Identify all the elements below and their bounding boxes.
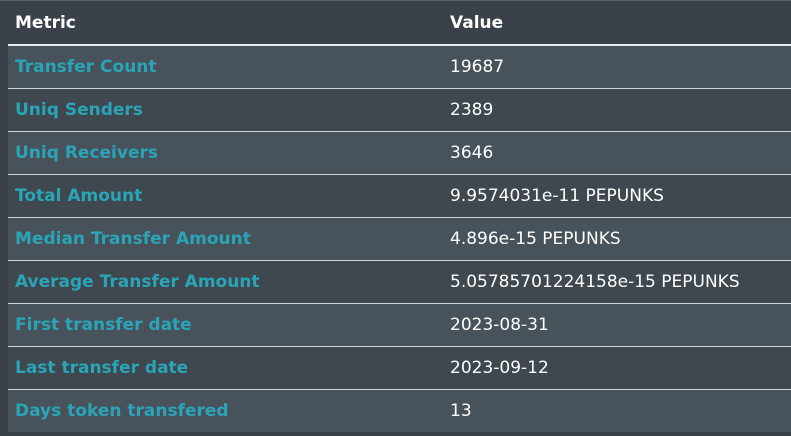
metric-cell: Transfer Count bbox=[8, 45, 443, 89]
metric-cell: Average Transfer Amount bbox=[8, 260, 443, 304]
table-header-row: Metric Value bbox=[8, 2, 791, 46]
table-row: Median Transfer Amount 4.896e-15 PEPUNKS bbox=[8, 217, 791, 261]
value-cell: 9.9574031e-11 PEPUNKS bbox=[443, 174, 791, 218]
metric-cell: Median Transfer Amount bbox=[8, 217, 443, 261]
metric-cell: Uniq Senders bbox=[8, 88, 443, 132]
table-row: Transfer Count 19687 bbox=[8, 45, 791, 89]
metric-cell: Last transfer date bbox=[8, 346, 443, 390]
value-cell: 2023-09-12 bbox=[443, 346, 791, 390]
table-row: Last transfer date 2023-09-12 bbox=[8, 346, 791, 390]
value-cell: 5.05785701224158e-15 PEPUNKS bbox=[443, 260, 791, 304]
value-cell: 19687 bbox=[443, 45, 791, 89]
table-row: Average Transfer Amount 5.05785701224158… bbox=[8, 260, 791, 304]
table-row: Total Amount 9.9574031e-11 PEPUNKS bbox=[8, 174, 791, 218]
value-cell: 13 bbox=[443, 389, 791, 432]
column-header-metric: Metric bbox=[8, 2, 443, 46]
metrics-table: Metric Value Transfer Count 19687 Uniq S… bbox=[8, 2, 791, 432]
table-row: Uniq Receivers 3646 bbox=[8, 131, 791, 175]
metrics-panel: Metric Value Transfer Count 19687 Uniq S… bbox=[0, 0, 791, 436]
value-cell: 2389 bbox=[443, 88, 791, 132]
metric-cell: Uniq Receivers bbox=[8, 131, 443, 175]
table-row: Days token transfered 13 bbox=[8, 389, 791, 432]
metric-cell: First transfer date bbox=[8, 303, 443, 347]
column-header-value: Value bbox=[443, 2, 791, 46]
table-row: Uniq Senders 2389 bbox=[8, 88, 791, 132]
metric-cell: Total Amount bbox=[8, 174, 443, 218]
table-row: First transfer date 2023-08-31 bbox=[8, 303, 791, 347]
value-cell: 2023-08-31 bbox=[443, 303, 791, 347]
value-cell: 4.896e-15 PEPUNKS bbox=[443, 217, 791, 261]
value-cell: 3646 bbox=[443, 131, 791, 175]
metric-cell: Days token transfered bbox=[8, 389, 443, 432]
